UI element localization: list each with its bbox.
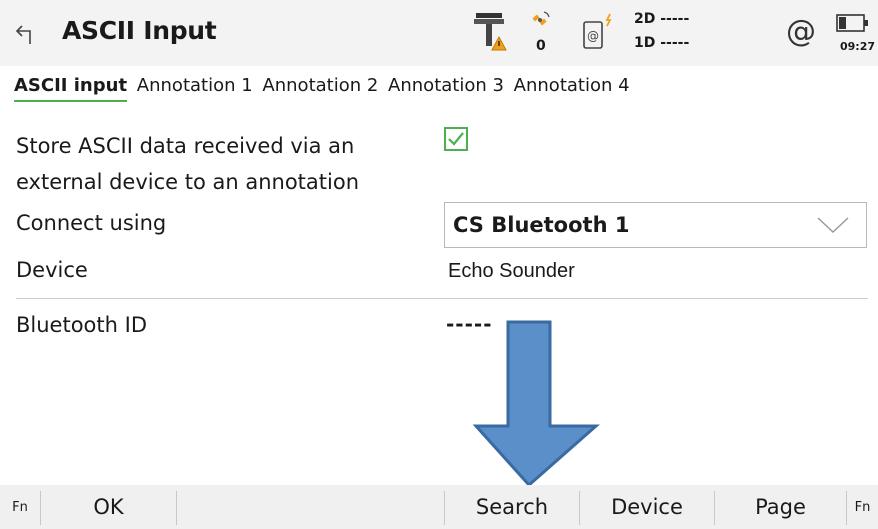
at-icon[interactable]: @ [786,14,816,49]
svg-text:@: @ [587,29,599,43]
tab-annotation-1[interactable]: Annotation 1 [137,75,253,100]
page-button[interactable]: Page [715,485,846,529]
connect-using-value: CS Bluetooth 1 [453,213,630,237]
connect-using-label: Connect using [16,211,167,235]
store-ascii-label-line2: external device to an annotation [16,170,360,194]
down-arrow-annotation-icon [472,320,600,488]
status-1d: 1D ----- [634,35,690,51]
store-ascii-label: Store ASCII data received via an externa… [16,128,436,200]
device-connection-icon[interactable]: @ [582,12,616,52]
tab-annotation-2[interactable]: Annotation 2 [262,75,378,100]
title-bar: ASCII Input 0 @ 2D ----- 1D ----- @ 09:2… [0,0,878,66]
device-label: Device [16,258,88,282]
clock: 09:27 [840,40,876,53]
softkey-separator [176,491,177,525]
checkmark-icon [448,132,464,146]
store-ascii-checkbox[interactable] [444,127,468,151]
tab-bar: ASCII input Annotation 1 Annotation 2 An… [14,75,634,105]
fn-right-button[interactable]: Fn [847,485,878,529]
chevron-down-icon [817,217,849,233]
tab-annotation-3[interactable]: Annotation 3 [388,75,504,100]
device-button[interactable]: Device [580,485,714,529]
tab-ascii-input[interactable]: ASCII input [14,75,128,102]
gnss-antenna-warning-icon[interactable] [470,10,510,54]
back-arrow-icon[interactable] [14,20,40,46]
store-ascii-label-line1: Store ASCII data received via an [16,134,355,158]
divider [16,298,868,299]
fn-left-button[interactable]: Fn [0,485,40,529]
softkey-bar: Fn OK Search Device Page Fn [0,485,878,529]
device-value: Echo Sounder [448,260,575,282]
bluetooth-id-label: Bluetooth ID [16,313,147,337]
satellite-count: 0 [536,38,546,54]
status-2d: 2D ----- [634,11,690,27]
tab-annotation-4[interactable]: Annotation 4 [514,75,630,100]
connect-using-select[interactable]: CS Bluetooth 1 [444,202,867,248]
satellite-icon[interactable] [530,9,552,31]
page-title: ASCII Input [62,16,217,45]
ok-button[interactable]: OK [41,485,176,529]
battery-icon [836,14,868,32]
search-button[interactable]: Search [445,485,579,529]
